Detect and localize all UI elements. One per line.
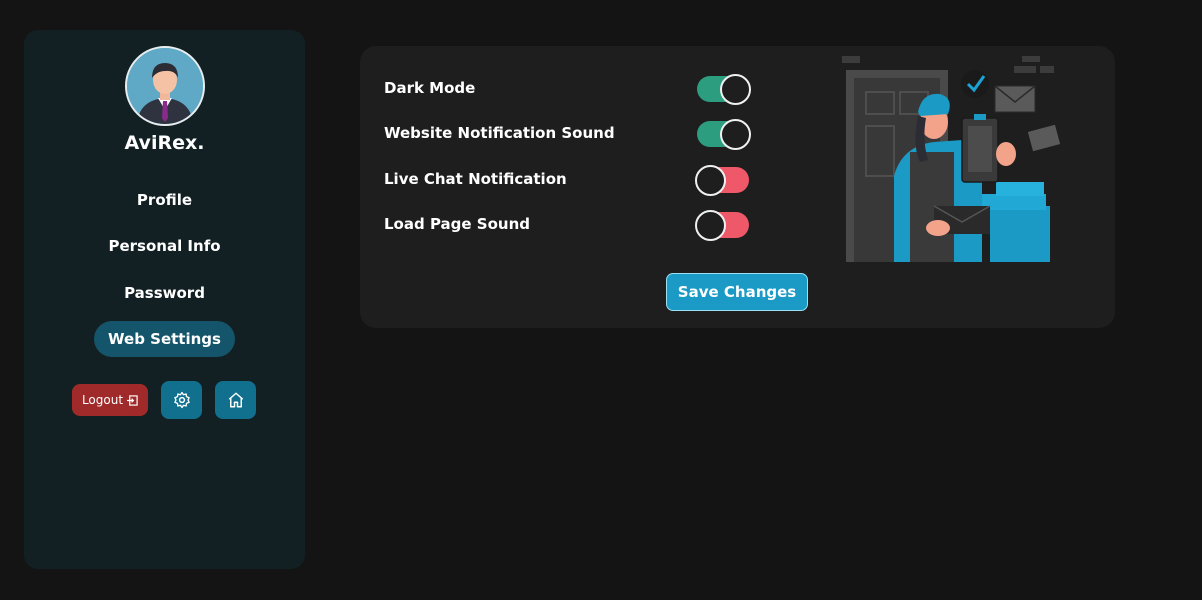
- setting-label-live-chat-notification: Live Chat Notification: [384, 170, 567, 188]
- settings-panel: Dark Mode Website Notification Sound Liv…: [360, 46, 1115, 328]
- setting-label-dark-mode: Dark Mode: [384, 79, 476, 97]
- nav-personal-info[interactable]: Personal Info: [94, 228, 235, 264]
- nav-profile[interactable]: Profile: [94, 182, 235, 218]
- toggle-knob: [695, 165, 726, 196]
- toggle-knob: [695, 210, 726, 241]
- user-avatar-icon: [127, 48, 203, 124]
- home-button[interactable]: [215, 381, 256, 419]
- delivery-illustration: [842, 56, 1061, 262]
- settings-button[interactable]: [161, 381, 202, 419]
- toggle-live-chat-notification[interactable]: [695, 165, 749, 196]
- toggle-dark-mode[interactable]: [697, 74, 751, 105]
- username: AviRex.: [124, 132, 205, 154]
- nav-web-settings[interactable]: Web Settings: [94, 321, 235, 357]
- logout-icon: [127, 394, 138, 406]
- sidebar: AviRex. Profile Personal Info Password W…: [24, 30, 305, 569]
- avatar: [125, 46, 205, 126]
- setting-label-load-page-sound: Load Page Sound: [384, 215, 530, 233]
- logout-label: Logout: [81, 393, 124, 407]
- setting-label-website-notification-sound: Website Notification Sound: [384, 124, 615, 142]
- nav-password[interactable]: Password: [94, 275, 235, 311]
- logout-button[interactable]: Logout: [72, 384, 148, 416]
- toggle-knob: [720, 119, 751, 150]
- gear-icon: [173, 391, 190, 409]
- toggle-load-page-sound[interactable]: [695, 210, 749, 241]
- toggle-knob: [720, 74, 751, 105]
- toggle-website-notification-sound[interactable]: [697, 119, 751, 150]
- save-changes-button[interactable]: Save Changes: [666, 273, 808, 311]
- home-icon: [228, 392, 243, 408]
